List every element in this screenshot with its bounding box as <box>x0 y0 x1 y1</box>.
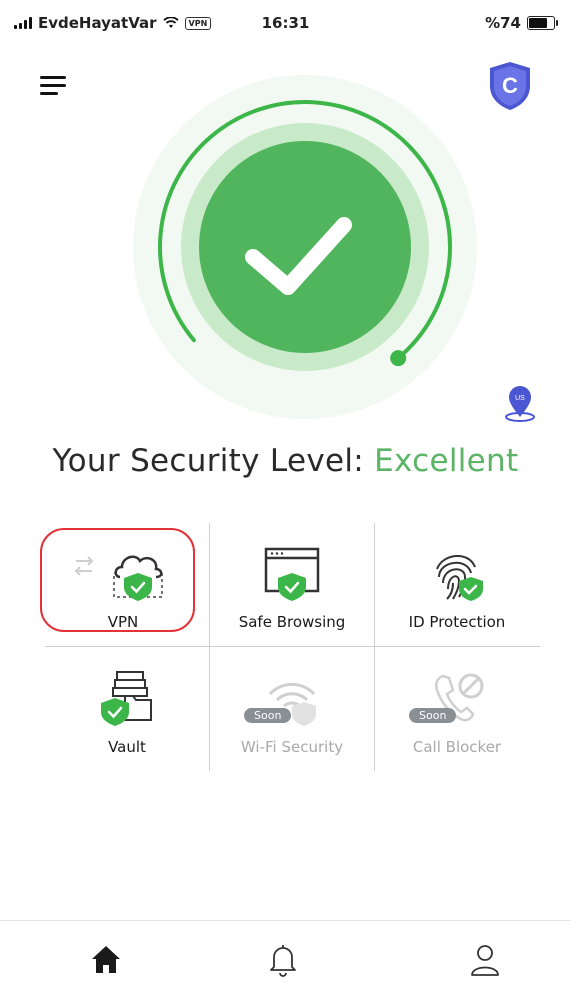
battery-percentage: %74 <box>485 14 521 32</box>
feature-label: Wi-Fi Security <box>240 738 344 756</box>
location-pin-icon: US <box>505 386 535 422</box>
location-button[interactable]: US <box>500 383 540 423</box>
security-gauge <box>130 72 480 422</box>
shield-logo-icon: C <box>490 62 530 110</box>
feature-call-blocker[interactable]: Soon Call Blocker <box>377 652 537 772</box>
tab-notifications[interactable] <box>263 939 303 979</box>
security-level-value: Excellent <box>374 443 519 479</box>
brand-shield-button[interactable]: C <box>486 60 534 112</box>
tab-home[interactable] <box>86 939 126 979</box>
home-icon <box>92 946 120 973</box>
security-level-label: Your Security Level: <box>52 443 375 479</box>
feature-label: ID Protection <box>408 613 506 631</box>
location-country: US <box>515 395 525 402</box>
feature-safe-browsing[interactable]: Safe Browsing <box>212 527 372 647</box>
gauge-inner-disc <box>199 141 411 353</box>
fingerprint-icon <box>436 555 483 601</box>
menu-button[interactable] <box>40 72 74 100</box>
gauge-progress-knob <box>390 350 407 367</box>
soon-badge: Soon <box>244 708 292 723</box>
tab-profile[interactable] <box>465 939 505 979</box>
vault-folder-icon <box>101 671 152 726</box>
security-level-title: Your Security Level: Excellent <box>0 443 571 479</box>
brand-letter: C <box>502 73 518 98</box>
hamburger-menu-icon <box>40 76 66 79</box>
browser-shield-icon <box>264 547 320 601</box>
feature-label: Call Blocker <box>412 738 502 756</box>
feature-id-protection[interactable]: ID Protection <box>377 527 537 647</box>
bottom-tab-bar <box>0 920 571 980</box>
bell-icon <box>270 945 296 977</box>
status-bar: EvdeHayatVar VPN 16:31 %74 <box>0 0 571 40</box>
grid-divider-vertical-2 <box>374 523 375 771</box>
feature-label: Safe Browsing <box>238 613 346 631</box>
vpn-highlight-ring <box>40 528 195 632</box>
profile-icon <box>471 945 499 976</box>
feature-vault[interactable]: Vault <box>47 652 207 772</box>
feature-wifi-security[interactable]: Soon Wi-Fi Security <box>212 652 372 772</box>
battery-icon <box>527 16 558 30</box>
feature-label: Vault <box>108 738 146 756</box>
soon-badge: Soon <box>409 708 457 723</box>
grid-divider-vertical-1 <box>209 523 210 771</box>
